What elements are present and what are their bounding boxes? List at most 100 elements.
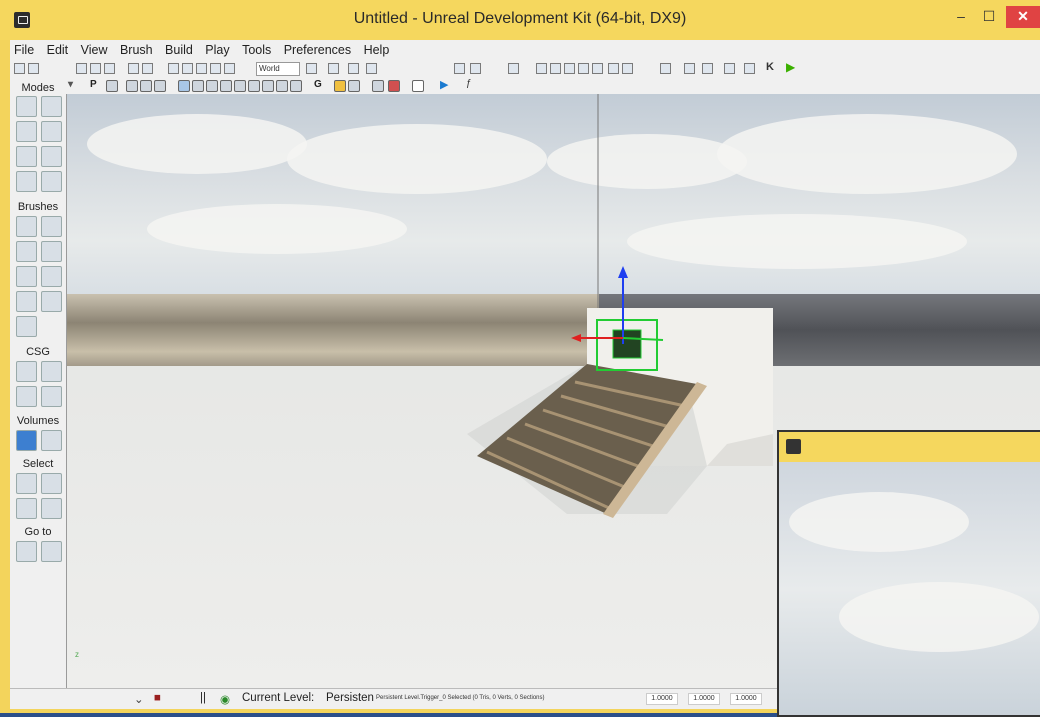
light-complexity-icon[interactable]: [220, 80, 232, 92]
matinee-icon[interactable]: [366, 63, 377, 74]
build-all-icon[interactable]: [578, 63, 589, 74]
select-invert-icon[interactable]: [16, 498, 37, 519]
texture-density-icon[interactable]: [234, 80, 246, 92]
show-all-icon[interactable]: [41, 498, 62, 519]
translate-mode-icon[interactable]: [182, 63, 193, 74]
menu-help[interactable]: Help: [360, 40, 394, 57]
lit-view-icon[interactable]: [178, 80, 190, 92]
udk-window-icon[interactable]: [786, 439, 801, 454]
cinematic-icon[interactable]: [372, 80, 384, 92]
goto-builder-brush-icon[interactable]: [41, 541, 62, 562]
menu-view[interactable]: View: [77, 40, 112, 57]
camera-speed-icon[interactable]: [388, 80, 400, 92]
lighting-resolution-icon[interactable]: [276, 80, 288, 92]
realtime-toggle-icon[interactable]: [106, 80, 118, 92]
save-all-icon[interactable]: [90, 63, 101, 74]
cylinder-brush-icon[interactable]: [41, 241, 62, 262]
cube-brush-icon[interactable]: [16, 216, 37, 237]
texture-alignment-icon[interactable]: [41, 121, 62, 142]
menu-preferences[interactable]: Preferences: [280, 40, 355, 57]
statistics-icon[interactable]: [622, 63, 633, 74]
level-browser-icon[interactable]: [454, 63, 465, 74]
hide-selected-icon[interactable]: [41, 473, 62, 494]
drag-grid-y-field[interactable]: 1.0000: [688, 693, 720, 705]
game-view-icon[interactable]: [290, 80, 302, 92]
sphere-brush-icon[interactable]: [41, 291, 62, 312]
geometry-mode-icon[interactable]: [41, 96, 62, 117]
coordinate-system-select[interactable]: World: [256, 62, 300, 76]
status-dropdown-chevron-icon[interactable]: ⌄: [134, 692, 144, 706]
level-eye-icon[interactable]: ◉: [220, 692, 230, 706]
build-lighting-icon[interactable]: [536, 63, 547, 74]
lighting-quality-icon[interactable]: [592, 63, 603, 74]
viewport-options-chevron-icon[interactable]: ▾: [68, 79, 73, 90]
cook-icon[interactable]: [744, 63, 755, 74]
volume-shield-icon[interactable]: [41, 430, 62, 451]
goto-actor-icon[interactable]: [16, 541, 37, 562]
gizmo-x-arrow-icon[interactable]: [571, 334, 581, 342]
menu-play[interactable]: Play: [201, 40, 233, 57]
status-pin-icon[interactable]: ■: [154, 692, 161, 704]
special-f-icon[interactable]: ƒ: [466, 78, 472, 89]
open-map-icon[interactable]: [28, 63, 39, 74]
new-map-icon[interactable]: [14, 63, 25, 74]
terrain-mode-icon[interactable]: [16, 121, 37, 142]
select-mode-icon[interactable]: [168, 63, 179, 74]
menu-build[interactable]: Build: [161, 40, 197, 57]
kismet-icon[interactable]: [348, 63, 359, 74]
save-as-icon[interactable]: [104, 63, 115, 74]
maximize-viewport-icon[interactable]: [412, 80, 424, 92]
play-in-console-icon[interactable]: [660, 63, 671, 74]
csg-intersect-icon[interactable]: [16, 386, 37, 407]
play-in-viewport-arrow-icon[interactable]: ▶: [440, 78, 448, 91]
search-icon[interactable]: [306, 63, 317, 74]
scale-nonuniform-icon[interactable]: [224, 63, 235, 74]
detail-lighting-icon[interactable]: [192, 80, 204, 92]
secondary-window-titlebar[interactable]: [779, 432, 1040, 462]
menu-edit[interactable]: Edit: [43, 40, 73, 57]
drag-grid-x-field[interactable]: 1.0000: [646, 693, 678, 705]
build-geometry-icon[interactable]: [508, 63, 519, 74]
csg-add-icon[interactable]: [16, 361, 37, 382]
unlit-view-icon[interactable]: [154, 80, 166, 92]
show-selected-icon[interactable]: [16, 473, 37, 494]
cone-brush-icon[interactable]: [41, 216, 62, 237]
title-bar[interactable]: Untitled - Unreal Development Kit (64-bi…: [0, 0, 1040, 40]
kismet-k-icon[interactable]: K: [766, 61, 774, 73]
lock-icon[interactable]: [334, 80, 346, 92]
map-check-icon[interactable]: [608, 63, 619, 74]
add-volume-icon[interactable]: [16, 430, 37, 451]
redo-icon[interactable]: [142, 63, 153, 74]
shader-complexity-icon[interactable]: [248, 80, 260, 92]
lightmap-density-icon[interactable]: [262, 80, 274, 92]
scene-manager-icon[interactable]: [470, 63, 481, 74]
scale-mode-icon[interactable]: [210, 63, 221, 74]
play-in-editor-icon[interactable]: [684, 63, 695, 74]
play-in-viewport-icon[interactable]: [702, 63, 713, 74]
volumetric-brush-icon[interactable]: [16, 316, 37, 337]
gizmo-z-arrow-icon[interactable]: [618, 266, 628, 278]
linear-stair-brush-icon[interactable]: [16, 266, 37, 287]
wireframe-view-icon[interactable]: [126, 80, 138, 92]
menu-file[interactable]: File: [10, 40, 38, 57]
curved-stair-brush-icon[interactable]: [16, 241, 37, 262]
build-cover-icon[interactable]: [564, 63, 575, 74]
play-icon[interactable]: ▶: [786, 60, 795, 74]
rotate-mode-icon[interactable]: [196, 63, 207, 74]
perspective-toggle[interactable]: P: [90, 79, 97, 90]
foliage-mode-icon[interactable]: [16, 171, 37, 192]
eye-icon[interactable]: [348, 80, 360, 92]
mobile-preview-icon[interactable]: [724, 63, 735, 74]
close-button[interactable]: ✕: [1006, 6, 1040, 28]
lighting-only-icon[interactable]: [206, 80, 218, 92]
csg-deintersect-icon[interactable]: [41, 386, 62, 407]
sheet-brush-icon[interactable]: [41, 266, 62, 287]
pause-icon[interactable]: ||: [200, 692, 206, 704]
secondary-game-window[interactable]: [777, 430, 1040, 717]
menu-brush[interactable]: Brush: [116, 40, 157, 57]
maximize-button[interactable]: ☐: [976, 6, 1002, 28]
build-paths-icon[interactable]: [550, 63, 561, 74]
minimize-button[interactable]: –: [948, 6, 974, 28]
csg-subtract-icon[interactable]: [41, 361, 62, 382]
static-mesh-icon[interactable]: [41, 146, 62, 167]
